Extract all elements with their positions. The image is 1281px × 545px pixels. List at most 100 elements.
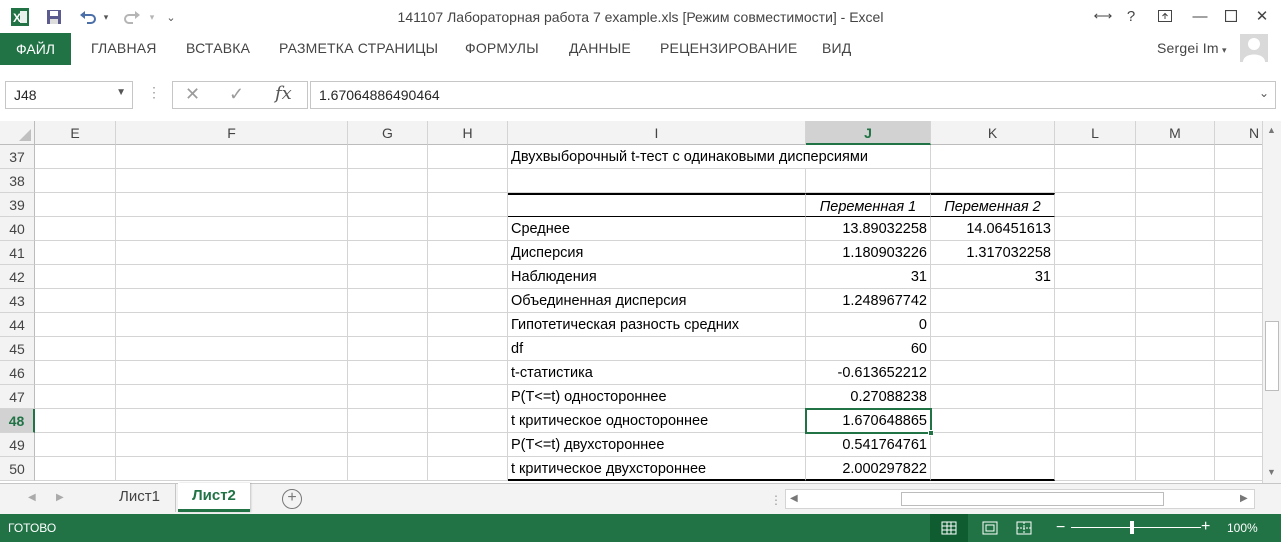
help-icon[interactable]: ? — [1117, 4, 1145, 28]
cell-h44[interactable] — [428, 313, 508, 337]
cell-f49[interactable] — [116, 433, 348, 457]
cell-g48[interactable] — [348, 409, 428, 433]
cell-i39[interactable] — [508, 193, 806, 217]
cell-m48[interactable] — [1136, 409, 1215, 433]
cell-j43[interactable]: 1.248967742 — [806, 289, 931, 313]
cell-j39[interactable]: Переменная 1 — [806, 193, 931, 217]
cell-k49[interactable] — [931, 433, 1055, 457]
cell-l44[interactable] — [1055, 313, 1136, 337]
cell-j45[interactable]: 60 — [806, 337, 931, 361]
cell-g43[interactable] — [348, 289, 428, 313]
cell-l46[interactable] — [1055, 361, 1136, 385]
cell-f39[interactable] — [116, 193, 348, 217]
cell-g41[interactable] — [348, 241, 428, 265]
cell-l45[interactable] — [1055, 337, 1136, 361]
cell-n46[interactable] — [1215, 361, 1262, 385]
cell-j49[interactable]: 0.541764761 — [806, 433, 931, 457]
cell-h45[interactable] — [428, 337, 508, 361]
cell-k39[interactable]: Переменная 2 — [931, 193, 1055, 217]
cell-g40[interactable] — [348, 217, 428, 241]
row-header-44[interactable]: 44 — [0, 313, 35, 337]
tab-view[interactable]: ВИД — [822, 40, 851, 56]
row-header-40[interactable]: 40 — [0, 217, 35, 241]
cell-h39[interactable] — [428, 193, 508, 217]
cell-f37[interactable] — [116, 145, 348, 169]
cell-i42[interactable]: Наблюдения — [508, 265, 806, 289]
column-header-h[interactable]: H — [428, 121, 508, 145]
cell-h38[interactable] — [428, 169, 508, 193]
zoom-slider-thumb[interactable] — [1130, 521, 1134, 534]
cell-l47[interactable] — [1055, 385, 1136, 409]
cell-h50[interactable] — [428, 457, 508, 481]
cell-m47[interactable] — [1136, 385, 1215, 409]
cell-f41[interactable] — [116, 241, 348, 265]
column-header-e[interactable]: E — [35, 121, 116, 145]
cell-l38[interactable] — [1055, 169, 1136, 193]
normal-view-icon[interactable] — [930, 514, 968, 542]
enter-icon[interactable]: ✓ — [229, 84, 244, 105]
cell-g37[interactable] — [348, 145, 428, 169]
cell-f50[interactable] — [116, 457, 348, 481]
cell-n39[interactable] — [1215, 193, 1262, 217]
expand-formula-icon[interactable]: ⌄ — [1259, 86, 1269, 100]
cell-e43[interactable] — [35, 289, 116, 313]
cell-l49[interactable] — [1055, 433, 1136, 457]
cell-l39[interactable] — [1055, 193, 1136, 217]
cell-n48[interactable] — [1215, 409, 1262, 433]
cell-e37[interactable] — [35, 145, 116, 169]
tab-review[interactable]: РЕЦЕНЗИРОВАНИЕ — [660, 40, 797, 56]
minimize-icon[interactable]: — — [1186, 4, 1214, 28]
ribbon-display-options-icon[interactable] — [1151, 4, 1179, 28]
cell-h47[interactable] — [428, 385, 508, 409]
name-box[interactable]: J48 ▼ — [5, 81, 133, 109]
cell-k40[interactable]: 14.06451613 — [931, 217, 1055, 241]
column-header-n[interactable]: N — [1215, 121, 1262, 145]
row-header-38[interactable]: 38 — [0, 169, 35, 193]
cell-n50[interactable] — [1215, 457, 1262, 481]
cell-h43[interactable] — [428, 289, 508, 313]
cell-k47[interactable] — [931, 385, 1055, 409]
cell-j44[interactable]: 0 — [806, 313, 931, 337]
cell-i44[interactable]: Гипотетическая разность средних — [508, 313, 806, 337]
tab-page-layout[interactable]: РАЗМЕТКА СТРАНИЦЫ — [279, 40, 438, 56]
scroll-down-icon[interactable]: ▼ — [1267, 467, 1276, 477]
cell-m39[interactable] — [1136, 193, 1215, 217]
scroll-sheets-right-icon[interactable]: ▶ — [56, 492, 64, 503]
cell-e38[interactable] — [35, 169, 116, 193]
cell-i48[interactable]: t критическое одностороннее — [508, 409, 806, 433]
cell-m38[interactable] — [1136, 169, 1215, 193]
cell-k41[interactable]: 1.317032258 — [931, 241, 1055, 265]
cell-e40[interactable] — [35, 217, 116, 241]
cell-f43[interactable] — [116, 289, 348, 313]
column-header-g[interactable]: G — [348, 121, 428, 145]
cell-e41[interactable] — [35, 241, 116, 265]
cell-e48[interactable] — [35, 409, 116, 433]
cell-e50[interactable] — [35, 457, 116, 481]
cell-f48[interactable] — [116, 409, 348, 433]
cell-k44[interactable] — [931, 313, 1055, 337]
cell-e39[interactable] — [35, 193, 116, 217]
sheet-tab-1[interactable]: Лист1 — [104, 484, 176, 512]
cell-k50[interactable] — [931, 457, 1055, 481]
cancel-icon[interactable]: ✕ — [185, 84, 200, 105]
cell-g50[interactable] — [348, 457, 428, 481]
page-break-preview-icon[interactable] — [1012, 514, 1036, 542]
row-header-42[interactable]: 42 — [0, 265, 35, 289]
cell-k37[interactable] — [931, 145, 1055, 169]
cell-k48[interactable] — [931, 409, 1055, 433]
cell-h48[interactable] — [428, 409, 508, 433]
column-header-k[interactable]: K — [931, 121, 1055, 145]
row-header-47[interactable]: 47 — [0, 385, 35, 409]
cell-i38[interactable] — [508, 169, 806, 193]
cell-g49[interactable] — [348, 433, 428, 457]
cell-l50[interactable] — [1055, 457, 1136, 481]
cell-h42[interactable] — [428, 265, 508, 289]
cell-g42[interactable] — [348, 265, 428, 289]
cell-h40[interactable] — [428, 217, 508, 241]
cell-k42[interactable]: 31 — [931, 265, 1055, 289]
row-header-50[interactable]: 50 — [0, 457, 35, 481]
cell-i46[interactable]: t-статистика — [508, 361, 806, 385]
cell-h46[interactable] — [428, 361, 508, 385]
tab-data[interactable]: ДАННЫЕ — [569, 40, 631, 56]
cell-l41[interactable] — [1055, 241, 1136, 265]
